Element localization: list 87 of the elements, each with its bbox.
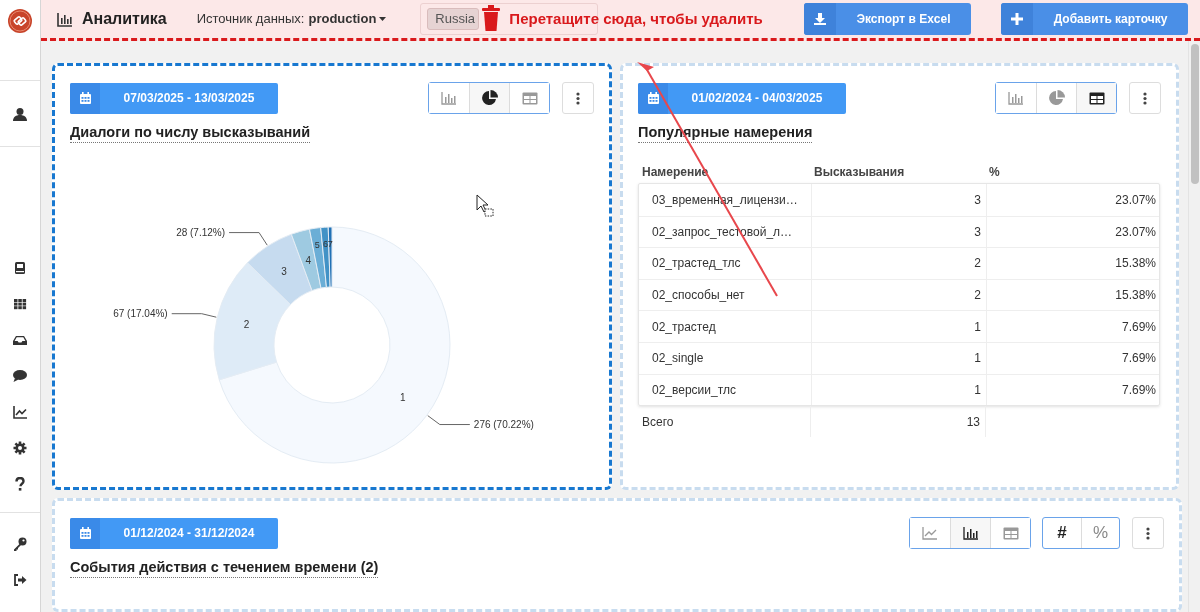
user-icon — [13, 106, 27, 121]
table-cell-text: 02_версии_тлс — [651, 381, 737, 399]
table-cell: 23.07% — [986, 216, 1161, 248]
table-cell-text: 02_трастед — [651, 318, 717, 336]
table-cell: 1 — [811, 374, 986, 406]
slice-label: 1 — [400, 392, 406, 404]
leader-line — [427, 415, 471, 426]
book-icon — [13, 261, 27, 275]
table-cell: 7.69% — [986, 311, 1161, 342]
kebab-menu-icon — [576, 91, 580, 105]
settings-icon — [13, 441, 27, 455]
drag-cursor-icon — [476, 194, 494, 217]
table-cell: 23.07% — [986, 184, 1161, 216]
slice-label: 2 — [243, 319, 250, 331]
table-cell: 7.69% — [986, 374, 1161, 406]
view-toggle[interactable] — [469, 83, 509, 113]
logout-icon — [13, 573, 27, 587]
value-label: 28 (7.12%) — [176, 227, 226, 239]
line-chart-icon — [13, 405, 27, 419]
bar-chart-icon — [962, 526, 979, 540]
view-toggle[interactable] — [1076, 83, 1116, 113]
pie-chart-icon — [481, 90, 498, 106]
slice-label: 4 — [305, 255, 312, 267]
view-toggle[interactable] — [950, 518, 990, 548]
value-label: 276 (70.22%) — [473, 419, 534, 431]
pie-chart-icon — [1048, 90, 1065, 106]
card-title: Диалоги по числу высказываний — [70, 123, 311, 143]
header-button[interactable]: Экспорт в Excel — [804, 3, 971, 35]
key-icon — [13, 537, 27, 551]
line-chart-icon — [922, 526, 938, 540]
table-cell: 15.38% — [986, 248, 1161, 279]
kebab-menu-icon — [1146, 526, 1150, 540]
plus-icon — [1011, 13, 1023, 25]
help-icon — [13, 477, 27, 491]
scrollbar-thumb[interactable] — [1191, 44, 1199, 184]
table-cell-text: 02_single — [651, 350, 705, 368]
calendar-icon — [79, 92, 91, 104]
drop-hint: Перетащите сюда, чтобы удалить — [509, 8, 763, 29]
download-icon — [814, 13, 826, 25]
value-label: 67 (17.04%) — [113, 308, 168, 320]
table-cell-text: Всего — [641, 413, 675, 431]
scrollbar[interactable] — [1188, 41, 1200, 612]
bar-chart-icon — [441, 91, 457, 105]
page-title: Аналитика — [82, 9, 167, 29]
table-cell: 2 — [811, 248, 986, 279]
slice-label: 3 — [281, 266, 287, 278]
leader-line — [228, 232, 268, 246]
bar-chart-icon — [57, 11, 73, 27]
table-cell: 2 — [811, 279, 986, 311]
bar-chart-icon — [1008, 91, 1024, 105]
filter-tag[interactable]: Russia — [427, 8, 480, 30]
card-title: События действия с течением времени (2) — [70, 558, 379, 578]
column-header: % — [988, 164, 1001, 181]
header-button[interactable]: Добавить карточку — [1001, 3, 1188, 35]
kebab-menu-icon — [1143, 91, 1147, 105]
calendar-icon — [79, 527, 91, 539]
slice-label: 6 — [322, 239, 328, 250]
view-toggle[interactable] — [990, 518, 1030, 548]
table-cell-text: 02_способы_нет — [651, 287, 746, 305]
mode-toggle[interactable]: % — [1081, 518, 1119, 548]
table-icon — [1088, 91, 1105, 105]
grid-icon — [13, 297, 27, 311]
leader-line — [171, 313, 217, 318]
calendar-icon — [647, 92, 659, 104]
table-cell: 1 — [811, 342, 986, 374]
column-header: Высказывания — [813, 164, 906, 181]
date-range-button[interactable]: 01/12/2024 - 31/12/2024 — [70, 517, 278, 549]
table-cell: 7.69% — [986, 342, 1161, 374]
date-range-button[interactable]: 07/03/2025 - 13/03/2025 — [70, 82, 278, 114]
table-icon — [1002, 526, 1019, 540]
table-cell: 15.38% — [986, 279, 1161, 311]
table-cell: 3 — [811, 216, 986, 248]
mode-toggle[interactable]: # — [1043, 518, 1081, 548]
view-toggle[interactable] — [509, 83, 549, 113]
data-source-dropdown[interactable]: Источник данных: production — [196, 9, 387, 29]
table-icon — [521, 91, 538, 105]
table-cell: 13 — [810, 406, 985, 438]
logo — [8, 8, 32, 33]
table-cell: 1 — [811, 311, 986, 342]
trash-icon — [481, 5, 502, 31]
table-cell: 3 — [811, 184, 986, 216]
caret-icon — [379, 17, 387, 21]
speech-bubble-icon — [13, 369, 27, 383]
date-range-button[interactable]: 01/02/2024 - 04/03/2025 — [638, 82, 846, 114]
table-cell-text: 02_трастед_тлс — [651, 255, 742, 273]
inbox-icon — [13, 333, 27, 347]
slice-label: 5 — [314, 240, 320, 251]
